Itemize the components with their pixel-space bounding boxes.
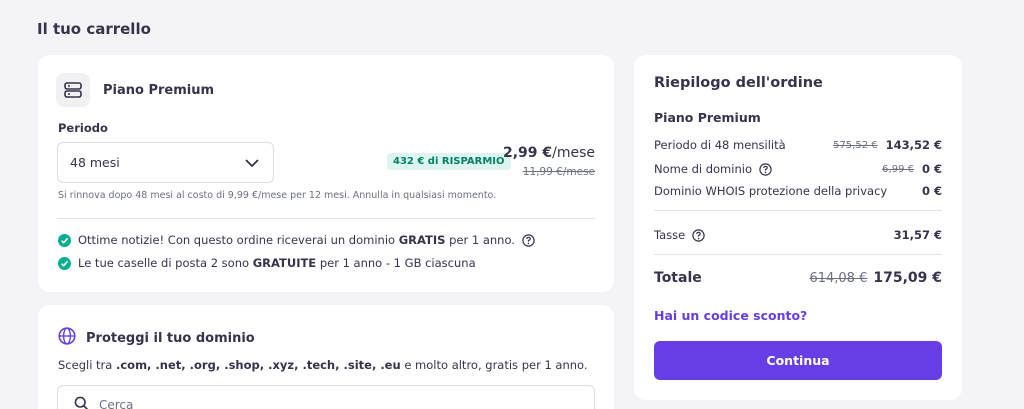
divider — [654, 254, 942, 255]
plan-old-price: 11,99 €/mese — [522, 166, 595, 178]
period-select-value: 48 mesi — [70, 155, 120, 170]
summary-row-whois: Dominio WHOIS protezione della privacy 0… — [654, 184, 942, 198]
plan-price-amount: 2,99 € — [502, 145, 553, 161]
divider — [654, 210, 942, 211]
help-icon[interactable] — [692, 228, 705, 242]
search-placeholder: Cerca — [99, 398, 134, 409]
perk-free-domain: Ottime notizie! Con questo ordine riceve… — [58, 233, 535, 247]
continue-button[interactable]: Continua — [654, 341, 942, 380]
page-title: Il tuo carrello — [37, 20, 151, 38]
domain-description: Scegli tra .com, .net, .org, .shop, .xyz… — [58, 358, 588, 372]
summary-total: Totale 614,08 € 175,09 € — [654, 270, 942, 286]
domain-header: Proteggi il tuo dominio — [58, 327, 255, 349]
coupon-code-link[interactable]: Hai un codice sconto? — [654, 308, 807, 323]
summary-title: Riepilogo dell'ordine — [654, 75, 823, 91]
chevron-down-icon — [245, 156, 259, 173]
domain-title: Proteggi il tuo dominio — [86, 330, 255, 346]
domain-search-input[interactable]: Cerca — [57, 385, 595, 409]
help-icon[interactable] — [522, 233, 535, 247]
period-label: Periodo — [58, 121, 108, 135]
plan-price: 2,99 €/mese — [503, 145, 595, 161]
check-icon — [58, 233, 71, 247]
check-icon — [58, 256, 71, 270]
perk-free-mailboxes: Le tue caselle di posta 2 sono GRATUITE … — [58, 256, 476, 270]
period-select[interactable]: 48 mesi — [57, 142, 274, 183]
summary-plan-name: Piano Premium — [654, 110, 761, 125]
plan-card: Piano Premium Periodo 48 mesi 432 € di R… — [38, 55, 614, 292]
summary-row-tax: Tasse 31,57 € — [654, 228, 942, 242]
order-summary-card: Riepilogo dell'ordine Piano Premium Peri… — [634, 55, 962, 400]
renew-note: Si rinnova dopo 48 mesi al costo di 9,99… — [58, 190, 497, 201]
globe-icon — [58, 327, 76, 349]
divider — [57, 218, 595, 219]
search-icon — [74, 396, 89, 409]
summary-row-period: Periodo di 48 mensilità 575,52 € 143,52 … — [654, 138, 942, 152]
plan-price-unit: /mese — [552, 145, 595, 161]
help-icon[interactable] — [759, 162, 772, 176]
domain-card: Proteggi il tuo dominio Scegli tra .com,… — [38, 305, 614, 409]
plan-name: Piano Premium — [103, 83, 215, 98]
savings-badge: 432 € di RISPARMIO — [387, 153, 511, 170]
server-icon — [56, 73, 90, 107]
summary-row-domain: Nome di dominio 6,99 € 0 € — [654, 162, 942, 176]
